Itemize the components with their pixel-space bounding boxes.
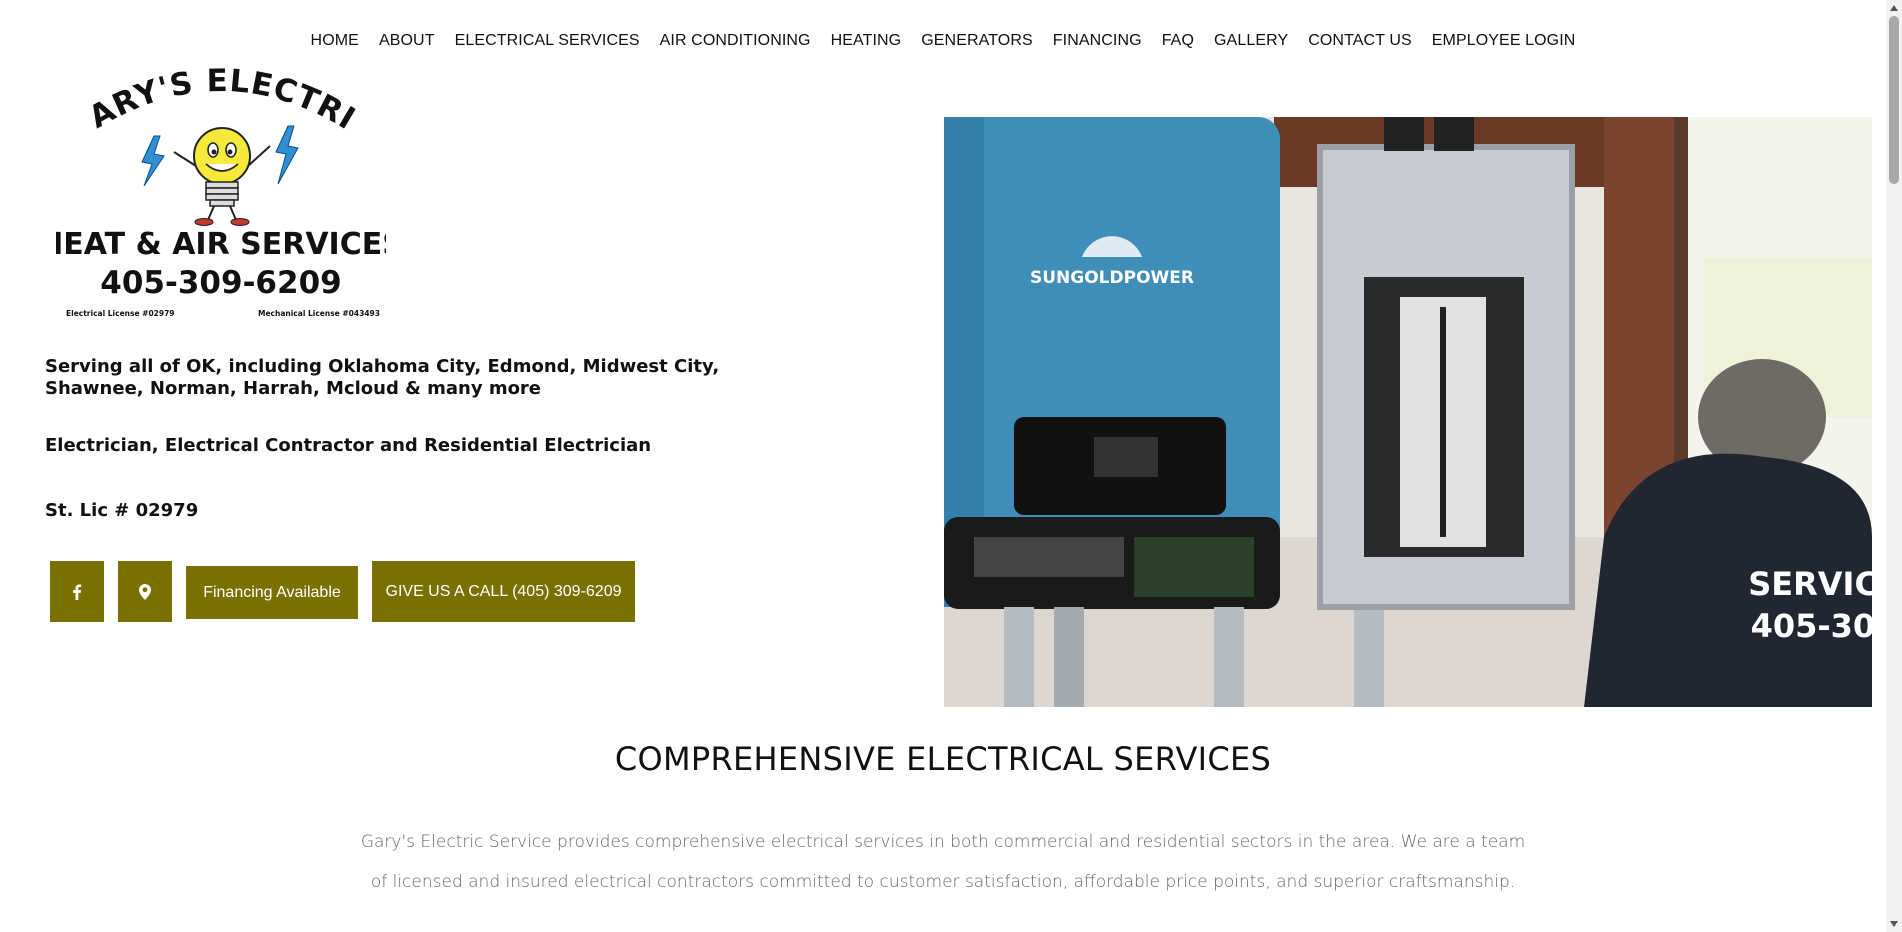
shirt-text-phone: 405-309 <box>1751 607 1872 645</box>
nav-air-conditioning[interactable]: AIR CONDITIONING <box>650 32 821 50</box>
section-body-text: Gary's Electric Service provides compreh… <box>360 832 1526 892</box>
tagline-text: Electrician, Electrical Contractor and R… <box>45 435 652 456</box>
page-scrollbar[interactable] <box>1886 0 1902 932</box>
nav-faq[interactable]: FAQ <box>1152 32 1204 50</box>
facebook-button[interactable] <box>50 561 104 622</box>
company-logo[interactable]: GARY'S ELECTRIC HEAT & AIR SERVICES 405-… <box>56 66 386 328</box>
nav-generators[interactable]: GENERATORS <box>911 32 1043 50</box>
map-pin-icon <box>139 583 151 600</box>
state-license-text: St. Lic # 02979 <box>45 500 199 521</box>
nav-about[interactable]: ABOUT <box>369 32 445 50</box>
lightning-bolt-icon <box>141 135 165 187</box>
nav-heating[interactable]: HEATING <box>821 32 912 50</box>
svg-text:GARY'S ELECTRIC: GARY'S ELECTRIC <box>56 66 362 137</box>
scroll-up-arrow-icon[interactable] <box>1886 0 1902 16</box>
facebook-icon <box>73 583 82 600</box>
main-nav: HOME ABOUT ELECTRICAL SERVICES AIR CONDI… <box>0 32 1886 50</box>
logo-phone: 405-309-6209 <box>100 265 341 301</box>
lightning-bolt-icon <box>275 125 299 185</box>
map-location-button[interactable] <box>118 561 172 622</box>
nav-employee-login[interactable]: EMPLOYEE LOGIN <box>1422 32 1586 50</box>
inverter-brand-text: SUNGOLDPOWER <box>1030 268 1194 288</box>
nav-electrical-services[interactable]: ELECTRICAL SERVICES <box>445 32 650 50</box>
nav-contact-us[interactable]: CONTACT US <box>1298 32 1422 50</box>
shirt-text-service: SERVICE <box>1748 565 1872 603</box>
nav-gallery[interactable]: GALLERY <box>1204 32 1298 50</box>
logo-brand-text: GARY'S ELECTRIC <box>56 66 361 137</box>
hero-photo: SUNGOLDPOWER SERVICE 405-309 <box>944 117 1872 707</box>
scroll-thumb[interactable] <box>1889 16 1899 184</box>
logo-mechanical-license: Mechanical License #043493 <box>258 309 380 318</box>
call-us-button[interactable]: GIVE US A CALL (405) 309-6209 <box>372 561 635 622</box>
financing-available-button[interactable]: Financing Available <box>186 566 358 619</box>
nav-financing[interactable]: FINANCING <box>1043 32 1152 50</box>
service-area-text: Serving all of OK, including Oklahoma Ci… <box>45 356 720 399</box>
nav-home[interactable]: HOME <box>301 32 369 50</box>
logo-electrical-license: Electrical License #02979 <box>66 309 175 318</box>
section-title: COMPREHENSIVE ELECTRICAL SERVICES <box>614 740 1272 778</box>
logo-subtitle: HEAT & AIR SERVICES <box>56 227 386 262</box>
scroll-down-arrow-icon[interactable] <box>1886 916 1902 932</box>
